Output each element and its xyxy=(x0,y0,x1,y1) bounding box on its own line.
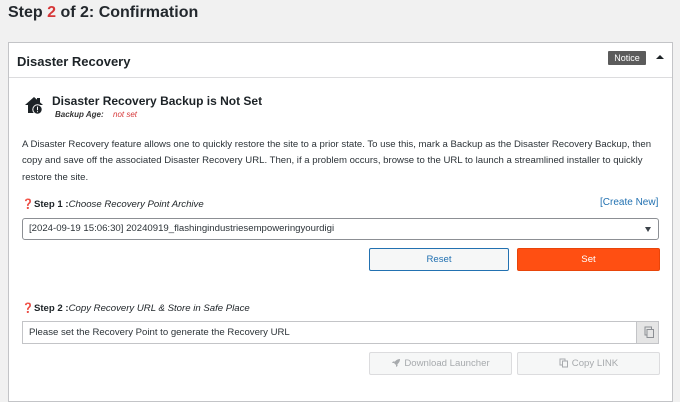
step-title-prefix: Step xyxy=(8,4,48,21)
download-launcher-label: Download Launcher xyxy=(404,358,490,369)
copy-link-button[interactable]: Copy LINK xyxy=(517,352,660,375)
step2-hint: Copy Recovery URL & Store in Safe Place xyxy=(68,303,250,314)
download-launcher-button[interactable]: Download Launcher xyxy=(369,352,512,375)
step1-hint: Choose Recovery Point Archive xyxy=(68,199,204,210)
step-title-suffix: of 2: Confirmation xyxy=(56,4,199,21)
create-new-link[interactable]: [Create New] xyxy=(600,197,658,208)
copy-link-label: Copy LINK xyxy=(571,358,619,369)
help-icon: ❓ xyxy=(22,199,34,210)
recovery-url-field[interactable]: Please set the Recovery Point to generat… xyxy=(22,321,659,344)
page-title: Step 2 of 2: Confirmation xyxy=(8,4,198,22)
panel-header[interactable]: Disaster Recovery Notice xyxy=(9,43,672,78)
copy-url-button[interactable] xyxy=(636,322,658,343)
panel-title: Disaster Recovery xyxy=(17,54,131,69)
disaster-recovery-panel: Disaster Recovery Notice Disaster Recove… xyxy=(8,42,673,402)
step2-label: ❓Step 2 :Copy Recovery URL & Store in Sa… xyxy=(22,303,250,314)
feature-description: A Disaster Recovery feature allows one t… xyxy=(22,139,652,183)
backup-age-label: Backup Age: xyxy=(55,110,104,119)
reset-button[interactable]: Reset xyxy=(369,248,509,271)
backup-age-value: not set xyxy=(113,110,138,119)
step1-title: Step 1 : xyxy=(33,199,69,210)
selected-archive: [2024-09-19 15:06:30] 20240919_flashingi… xyxy=(29,223,335,234)
chevron-down-icon xyxy=(645,227,651,232)
copy-icon xyxy=(644,326,654,338)
step1-label: ❓Step 1 :Choose Recovery Point Archive xyxy=(22,199,204,210)
help-icon: ❓ xyxy=(22,303,34,314)
status-title: Disaster Recovery Backup is Not Set xyxy=(52,94,263,108)
recovery-url-text: Please set the Recovery Point to generat… xyxy=(29,327,290,338)
notice-badge: Notice xyxy=(608,51,646,65)
rocket-icon xyxy=(392,359,401,368)
step-number: 2 xyxy=(47,4,57,21)
step2-title: Step 2 : xyxy=(33,303,69,314)
copy-icon xyxy=(559,358,568,368)
set-button[interactable]: Set xyxy=(517,248,660,271)
recovery-point-select[interactable]: [2024-09-19 15:06:30] 20240919_flashingi… xyxy=(22,218,659,240)
collapse-arrow-icon[interactable] xyxy=(654,52,666,62)
house-alert-icon xyxy=(25,97,43,115)
